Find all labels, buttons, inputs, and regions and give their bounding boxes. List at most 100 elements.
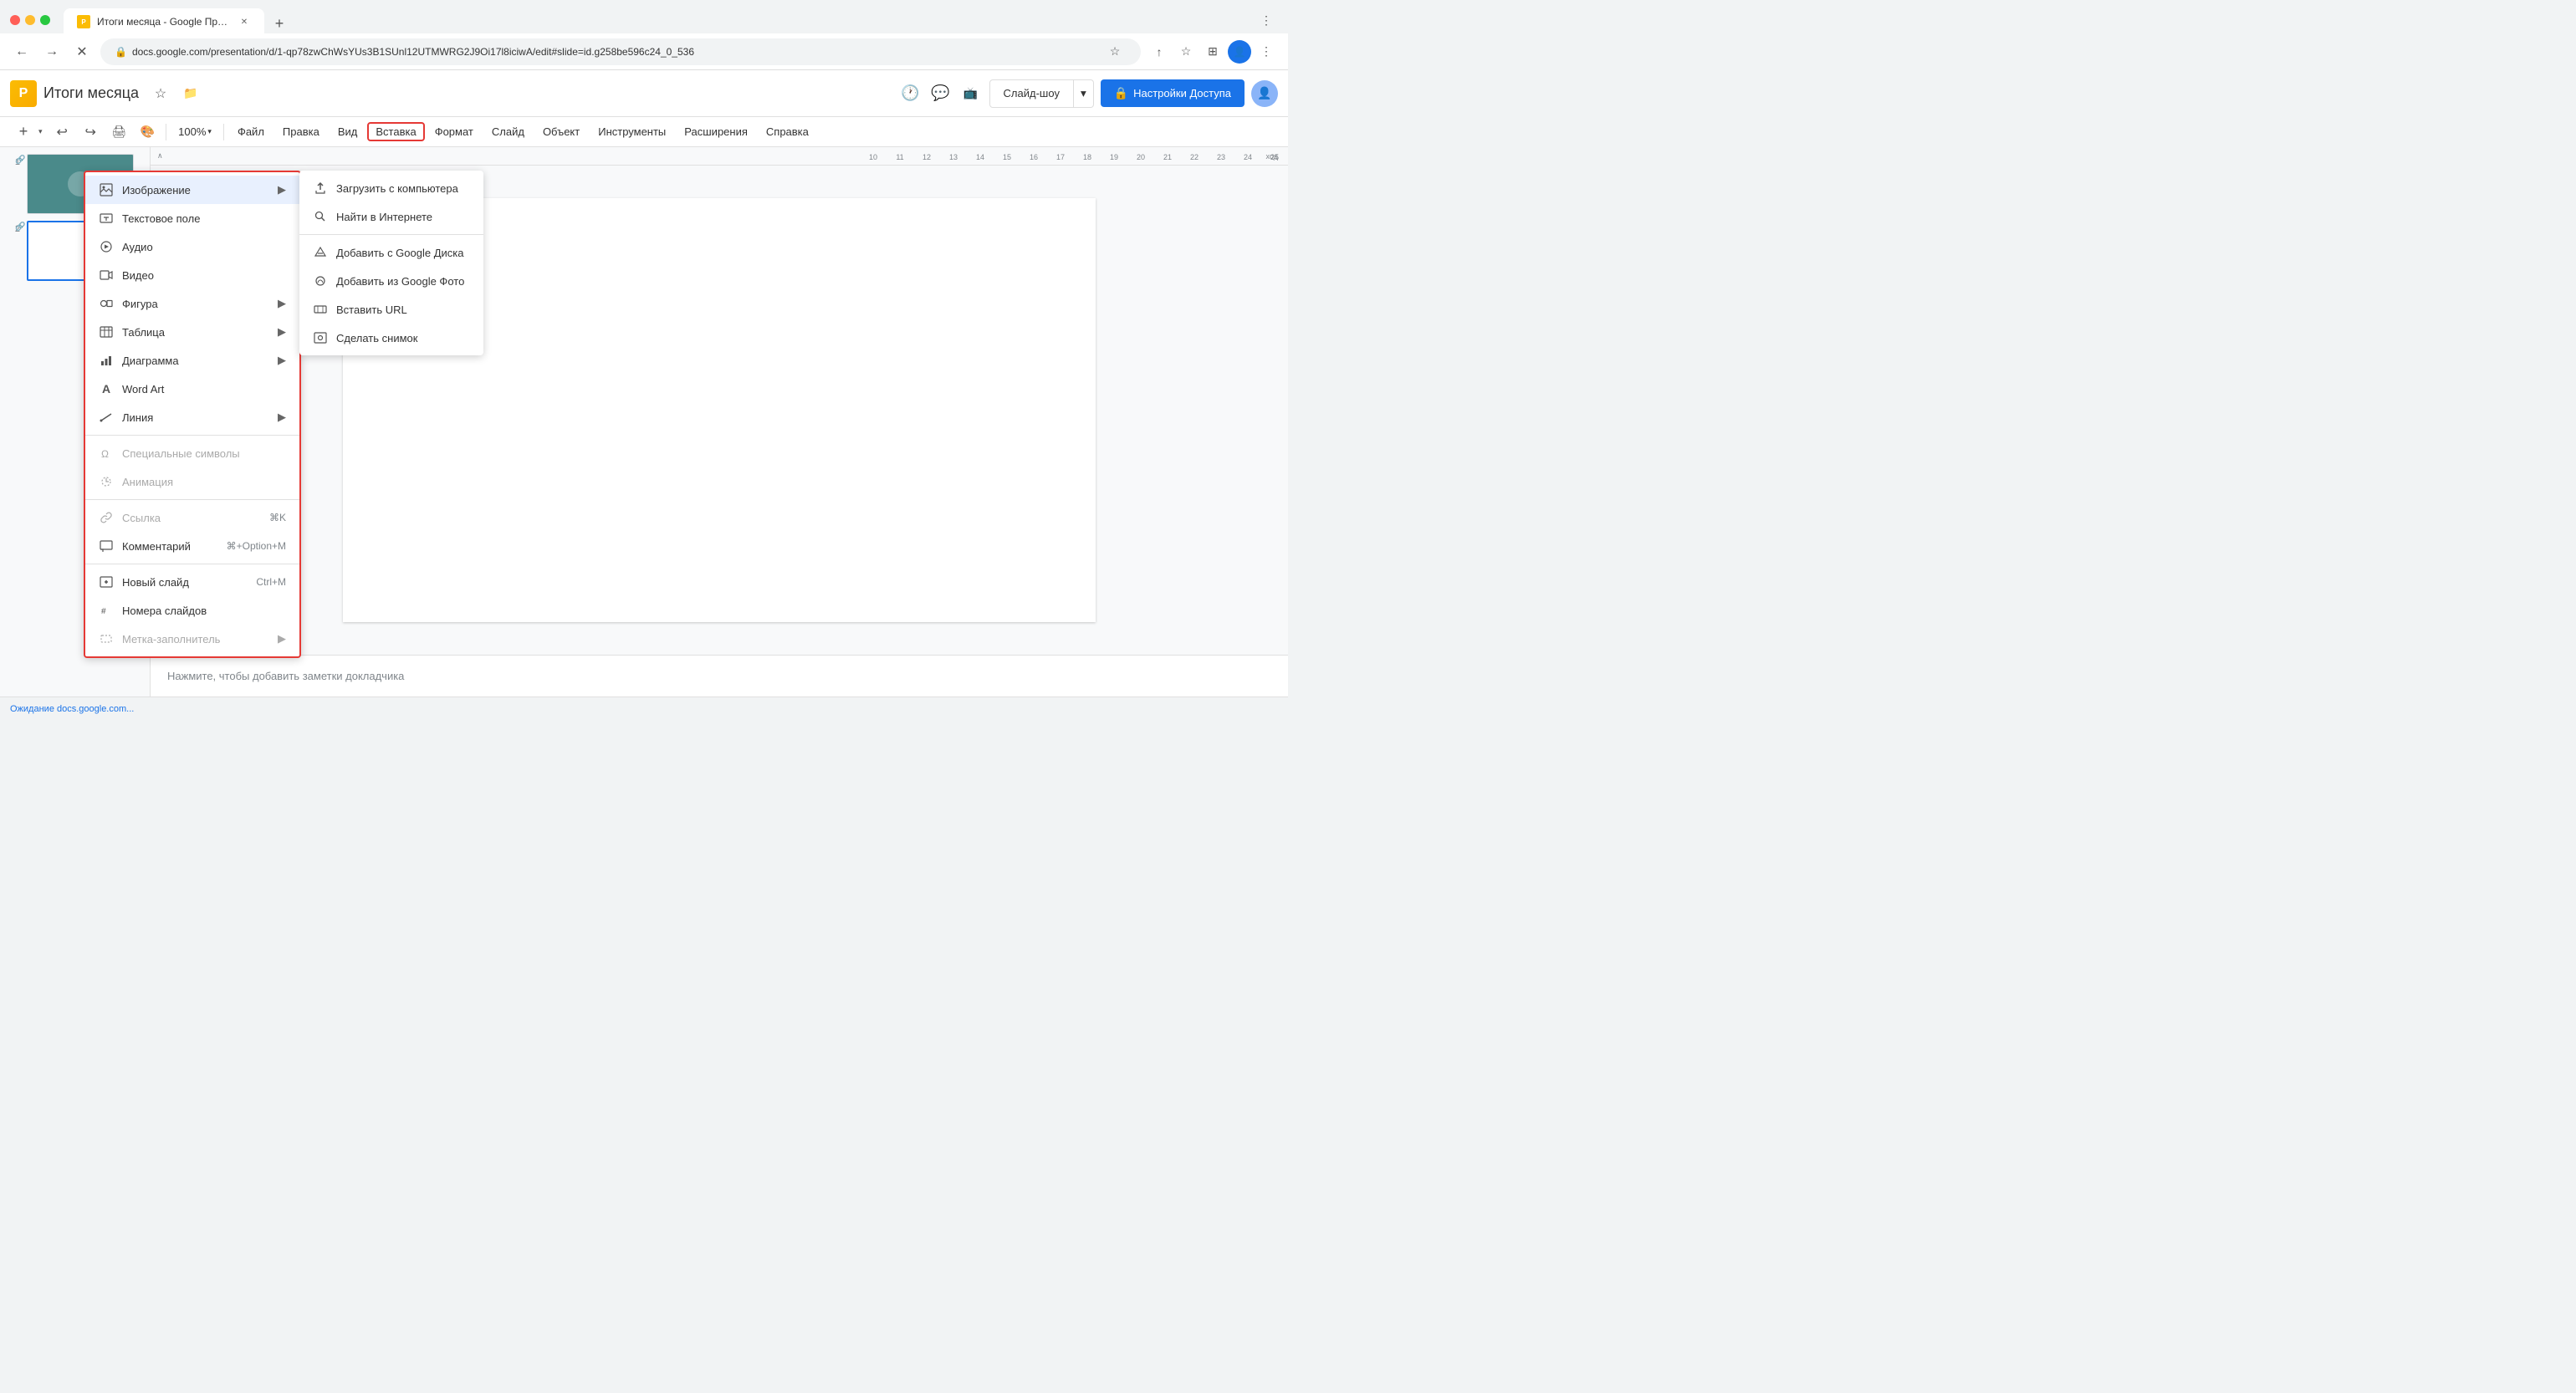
insert-menu-item-shape[interactable]: Фигура ▶ xyxy=(85,289,299,318)
ruler-mark-17: 17 xyxy=(1047,153,1074,161)
minimize-window-button[interactable] xyxy=(25,15,35,25)
menu-item-edit[interactable]: Правка xyxy=(274,122,328,141)
bookmark-star-button[interactable]: ☆ xyxy=(1174,40,1198,64)
ruler-mark-22: 22 xyxy=(1181,153,1208,161)
line-submenu-arrow: ▶ xyxy=(278,411,286,424)
folder-button[interactable]: 📁 xyxy=(179,82,202,105)
menu-item-object[interactable]: Объект xyxy=(534,122,588,141)
new-tab-button[interactable]: + xyxy=(268,12,291,35)
menu-item-help[interactable]: Справка xyxy=(758,122,817,141)
insert-menu-item-new-slide[interactable]: Новый слайд Ctrl+M xyxy=(85,568,299,596)
menu-item-tools[interactable]: Инструменты xyxy=(590,122,674,141)
slideshow-dropdown-button[interactable]: ▾ xyxy=(1074,79,1094,108)
insert-menu-item-wordart[interactable]: A Word Art xyxy=(85,375,299,403)
notes-area[interactable]: Нажмите, чтобы добавить заметки докладчи… xyxy=(151,655,1288,696)
close-window-button[interactable] xyxy=(10,15,20,25)
comment-button[interactable]: 💬 xyxy=(929,82,953,105)
extensions-button[interactable]: ⊞ xyxy=(1201,40,1224,64)
insert-menu-item-table[interactable]: Таблица ▶ xyxy=(85,318,299,346)
ruler-mark-23: 23 xyxy=(1208,153,1234,161)
slideshow-button[interactable]: Слайд-шоу xyxy=(989,79,1074,108)
paint-format-button[interactable]: 🎨 xyxy=(134,119,161,145)
insert-menu-item-chart[interactable]: Диаграмма ▶ xyxy=(85,346,299,375)
status-bar: Ожидание docs.google.com... xyxy=(0,696,1288,720)
insert-menu-item-textbox[interactable]: Текстовое поле xyxy=(85,204,299,232)
print-button[interactable]: 🖨 xyxy=(105,119,132,145)
insert-shape-label: Фигура xyxy=(122,298,158,310)
zoom-control[interactable]: 100% ▾ xyxy=(171,122,218,141)
star-button[interactable]: ☆ xyxy=(149,82,172,105)
toolbar-add-button[interactable]: + xyxy=(10,119,37,145)
undo-button[interactable]: ↩ xyxy=(49,119,75,145)
insert-menu-item-slide-numbers[interactable]: # Номера слайдов xyxy=(85,596,299,625)
insert-menu-item-video[interactable]: Видео xyxy=(85,261,299,289)
refresh-button[interactable]: ✕ xyxy=(70,40,94,64)
ruler-collapse[interactable]: ∧ xyxy=(157,151,163,161)
zoom-value: 100% xyxy=(178,125,206,138)
menu-item-extensions[interactable]: Расширения xyxy=(676,122,756,141)
drive-label: Добавить с Google Диска xyxy=(336,247,463,259)
ruler-mark-10: 10 xyxy=(860,153,887,161)
menu-item-file[interactable]: Файл xyxy=(229,122,273,141)
tab-close-button[interactable]: ✕ xyxy=(238,15,251,28)
insert-animation-label: Анимация xyxy=(122,476,173,488)
menu-item-slide[interactable]: Слайд xyxy=(483,122,533,141)
ruler-marks: ∧ ход 10 11 12 13 14 15 16 17 18 19 20 2… xyxy=(151,151,1288,161)
profile-button[interactable]: 👤 xyxy=(1228,40,1251,64)
user-avatar[interactable]: 👤 xyxy=(1251,80,1278,107)
active-tab[interactable]: P Итоги месяца - Google Презе... ✕ xyxy=(64,8,264,35)
upload-icon xyxy=(313,181,328,196)
image-submenu-item-upload[interactable]: Загрузить с компьютера xyxy=(299,174,483,202)
address-bar: ← → ✕ 🔒 docs.google.com/presentation/d/1… xyxy=(0,33,1288,70)
bookmark-button[interactable]: ☆ xyxy=(1103,40,1127,64)
access-settings-button[interactable]: 🔒 Настройки Доступа xyxy=(1101,79,1245,107)
toolbar-add-arrow[interactable]: ▾ xyxy=(38,127,43,136)
table-icon xyxy=(99,324,114,339)
forward-button[interactable]: → xyxy=(40,40,64,64)
image-submenu-item-photos[interactable]: Добавить из Google Фото xyxy=(299,267,483,295)
present-options-button[interactable]: 📺 xyxy=(959,82,983,105)
browser-settings-button[interactable]: ⋮ xyxy=(1255,8,1278,32)
header-right: 🕐 💬 📺 Слайд-шоу ▾ 🔒 Настройки Доступа 👤 xyxy=(899,79,1278,108)
redo-button[interactable]: ↪ xyxy=(77,119,104,145)
share-button[interactable]: ↑ xyxy=(1147,40,1171,64)
image-submenu-item-search[interactable]: Найти в Интернете xyxy=(299,202,483,231)
separator-1 xyxy=(85,435,299,436)
back-button[interactable]: ← xyxy=(10,40,33,64)
insert-menu: Изображение ▶ Текстовое поле Аудио xyxy=(84,171,301,658)
insert-comment-label: Комментарий xyxy=(122,540,191,553)
insert-chart-label: Диаграмма xyxy=(122,355,179,367)
ruler-mark-16: 16 xyxy=(1020,153,1047,161)
menu-item-insert[interactable]: Вставка xyxy=(367,122,424,141)
insert-new-slide-label: Новый слайд xyxy=(122,576,189,589)
insert-menu-item-audio[interactable]: Аудио xyxy=(85,232,299,261)
svg-text:#: # xyxy=(101,607,106,616)
menu-item-format[interactable]: Формат xyxy=(427,122,482,141)
insert-video-label: Видео xyxy=(122,269,154,282)
address-input[interactable]: 🔒 docs.google.com/presentation/d/1-qp78z… xyxy=(100,38,1141,65)
new-slide-icon xyxy=(99,574,114,589)
maximize-window-button[interactable] xyxy=(40,15,50,25)
image-submenu-item-drive[interactable]: Добавить с Google Диска xyxy=(299,238,483,267)
insert-menu-item-comment[interactable]: Комментарий ⌘+Option+M xyxy=(85,532,299,560)
insert-menu-item-image[interactable]: Изображение ▶ xyxy=(85,176,299,204)
history-button[interactable]: 🕐 xyxy=(899,82,923,105)
insert-menu-item-placeholder: Метка-заполнитель ▶ xyxy=(85,625,299,653)
animation-icon xyxy=(99,474,114,489)
wordart-icon: A xyxy=(99,381,114,396)
table-submenu-arrow: ▶ xyxy=(278,325,286,339)
insert-audio-label: Аудио xyxy=(122,241,153,253)
slide-1-link-icon: 🔗 xyxy=(15,156,25,165)
menu-item-view[interactable]: Вид xyxy=(330,122,366,141)
browser-titlebar: P Итоги месяца - Google Презе... ✕ + ⋮ xyxy=(0,0,1288,33)
search-label: Найти в Интернете xyxy=(336,211,432,223)
ruler-mark-11: 11 xyxy=(887,153,913,161)
image-submenu-item-url[interactable]: Вставить URL xyxy=(299,295,483,324)
insert-menu-item-line[interactable]: Линия ▶ xyxy=(85,403,299,431)
new-slide-shortcut: Ctrl+M xyxy=(256,576,286,588)
image-submenu-item-screenshot[interactable]: Сделать снимок xyxy=(299,324,483,352)
ruler-mark-24: 24 xyxy=(1234,153,1261,161)
browser-more-button[interactable]: ⋮ xyxy=(1255,40,1278,64)
insert-image-label: Изображение xyxy=(122,184,191,196)
insert-table-label: Таблица xyxy=(122,326,165,339)
